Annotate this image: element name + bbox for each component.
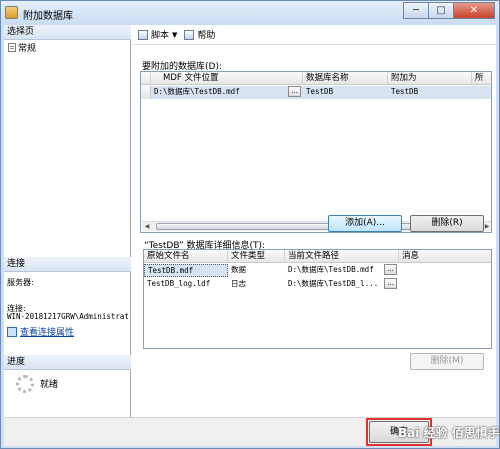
col-file-type: 文件类型	[228, 250, 285, 263]
view-connection-properties-label: 查看连接属性	[20, 328, 75, 338]
mdf-location-value: D:\数据库\TestDB.mdf	[154, 87, 240, 96]
view-connection-properties-link[interactable]: 查看连接属性	[7, 325, 74, 338]
col-message: 消息	[399, 250, 491, 263]
properties-icon	[7, 326, 17, 337]
message-cell	[399, 264, 491, 277]
left-pane: 选择页 常规 连接 服务器: 连接: WIN-20181217GRW\Admin…	[4, 25, 131, 417]
progress-header: 进度	[4, 355, 131, 370]
nav-item-label: 常规	[18, 44, 37, 54]
progress-spinner-icon	[16, 375, 34, 393]
help-icon[interactable]	[184, 29, 195, 40]
connection-header: 连接	[4, 257, 131, 272]
message-cell	[399, 278, 491, 291]
col-original-filename: 原始文件名	[144, 250, 228, 263]
close-button[interactable]: ✕	[453, 2, 495, 19]
file-type-cell[interactable]: 数据	[228, 264, 285, 277]
progress-status: 就绪	[40, 380, 59, 390]
remove-attach-button[interactable]: 删除(R)	[410, 215, 484, 232]
table-row[interactable]: D:\数据库\TestDB.mdf ... TestDB TestDB	[141, 86, 491, 99]
current-path-cell[interactable]: D:\数据库\TestDB.mdf ...	[285, 264, 399, 277]
browse-button[interactable]: ...	[384, 278, 397, 289]
remove-file-button[interactable]: 删除(M)	[410, 353, 484, 370]
dialog-button-bar: 确定 Bai 经验 佰思惧手设	[4, 417, 500, 446]
scroll-left-icon[interactable]: ◀	[142, 222, 152, 232]
minimize-button[interactable]: ─	[403, 2, 429, 19]
row-header-cell	[141, 72, 151, 85]
help-button[interactable]: 帮助	[197, 28, 215, 41]
database-name-cell[interactable]: TestDB	[303, 86, 388, 99]
database-details-grid[interactable]: 原始文件名 文件类型 当前文件路径 消息 TestDB.mdf 数据 D:\数据…	[143, 249, 492, 349]
col-mdf-location: MDF 文件位置	[151, 72, 303, 85]
col-database-name: 数据库名称	[303, 72, 388, 85]
col-attach-as: 附加为	[388, 72, 472, 85]
script-icon[interactable]	[138, 29, 148, 40]
attach-databases-grid[interactable]: MDF 文件位置 数据库名称 附加为 所 D:\数据库\TestDB.mdf .…	[140, 71, 492, 233]
col-current-path: 当前文件路径	[285, 250, 399, 263]
attach-as-cell[interactable]: TestDB	[388, 86, 472, 99]
current-path-value: D:\数据库\TestDB.mdf	[288, 265, 374, 274]
original-filename-cell[interactable]: TestDB.mdf	[144, 264, 228, 277]
browse-button[interactable]: ...	[288, 86, 301, 97]
page-icon	[8, 43, 16, 52]
maximize-button[interactable]: □	[428, 2, 454, 19]
nav-item-general[interactable]: 常规	[8, 41, 36, 54]
database-icon	[5, 6, 18, 19]
watermark: Bai 经验 佰思惧手设	[398, 426, 500, 440]
attach-grid-header: MDF 文件位置 数据库名称 附加为 所	[141, 72, 491, 85]
mdf-location-cell[interactable]: D:\数据库\TestDB.mdf ...	[151, 86, 303, 99]
server-label: 服务器:	[7, 278, 34, 287]
select-page-header: 选择页	[4, 25, 131, 40]
connection-value: WIN-20181217GRW\Administrat	[7, 312, 129, 321]
right-pane: 脚本 ▼ 帮助 要附加的数据库(D): MDF 文件位置 数据库名称 附加为 所	[132, 25, 496, 417]
browse-button[interactable]: ...	[384, 264, 397, 275]
details-grid-header: 原始文件名 文件类型 当前文件路径 消息	[144, 250, 491, 263]
title-bar[interactable]: 附加数据库 ─ □ ✕	[1, 1, 499, 25]
chevron-down-icon[interactable]: ▼	[172, 31, 177, 39]
add-button[interactable]: 添加(A)...	[328, 215, 402, 232]
row-header-cell	[141, 86, 151, 99]
dialog-client: 选择页 常规 连接 服务器: 连接: WIN-20181217GRW\Admin…	[4, 25, 500, 446]
file-type-cell[interactable]: 日志	[228, 278, 285, 291]
table-row[interactable]: TestDB_log.ldf 日志 D:\数据库\TestDB_l... ...	[144, 278, 491, 291]
script-button[interactable]: 脚本	[151, 28, 169, 41]
owner-cell[interactable]	[472, 86, 491, 99]
toolbar: 脚本 ▼ 帮助	[132, 25, 496, 45]
current-path-value: D:\数据库\TestDB_l...	[288, 279, 379, 288]
attach-database-window: 附加数据库 ─ □ ✕ 选择页 常规 连接 服务器: 连接: WIN-20181…	[0, 0, 500, 449]
window-title: 附加数据库	[23, 11, 73, 22]
current-path-cell[interactable]: D:\数据库\TestDB_l... ...	[285, 278, 399, 291]
original-filename-cell[interactable]: TestDB_log.ldf	[144, 278, 228, 291]
window-controls: ─ □ ✕	[403, 2, 495, 19]
table-row[interactable]: TestDB.mdf 数据 D:\数据库\TestDB.mdf ...	[144, 264, 491, 277]
col-owner: 所	[472, 72, 491, 85]
